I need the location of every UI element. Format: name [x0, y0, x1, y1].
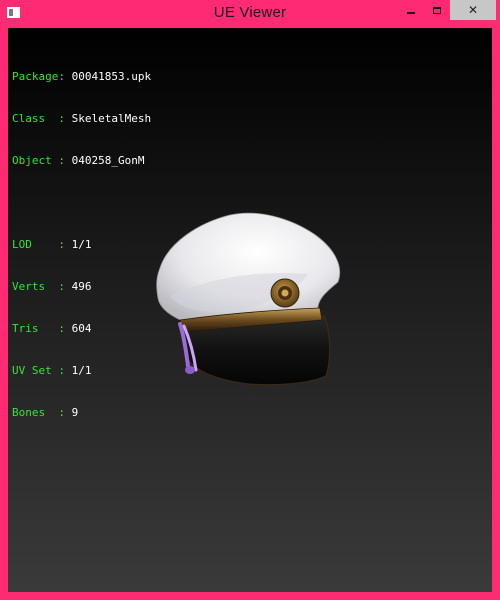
info-value-verts: 496 — [71, 280, 92, 293]
minimize-button[interactable] — [398, 0, 424, 20]
info-label-uvset: UV Set : — [12, 364, 65, 377]
info-label-object: Object : — [12, 154, 65, 167]
info-value-package: 00041853.upk — [71, 70, 152, 83]
info-label-tris: Tris : — [12, 322, 65, 335]
info-row-verts: Verts : 496 — [12, 280, 151, 294]
minimize-icon — [407, 12, 415, 14]
close-icon: ✕ — [467, 3, 479, 17]
cap-badge-icon — [270, 278, 300, 308]
info-label-verts: Verts : — [12, 280, 65, 293]
app-window: UE Viewer ✕ Package: 00041853.upk Class … — [0, 0, 500, 600]
info-label-class: Class : — [12, 112, 65, 125]
info-label-bones: Bones : — [12, 406, 65, 419]
info-value-class: SkeletalMesh — [71, 112, 152, 125]
close-button[interactable]: ✕ — [450, 0, 496, 20]
info-value-bones: 9 — [71, 406, 79, 419]
info-row-tris: Tris : 604 — [12, 322, 151, 336]
info-value-object: 040258_GonM — [71, 154, 145, 167]
mesh-info-panel: Package: 00041853.upk Class : SkeletalMe… — [12, 42, 151, 448]
info-value-uvset: 1/1 — [71, 364, 92, 377]
info-label-lod: LOD : — [12, 238, 65, 251]
info-row-class: Class : SkeletalMesh — [12, 112, 151, 126]
3d-viewport[interactable]: Package: 00041853.upk Class : SkeletalMe… — [8, 28, 492, 592]
info-value-tris: 604 — [71, 322, 92, 335]
info-row-uvset: UV Set : 1/1 — [12, 364, 151, 378]
info-label-package: Package: — [12, 70, 65, 83]
maximize-button[interactable] — [424, 0, 450, 20]
title-bar[interactable]: UE Viewer ✕ — [0, 0, 500, 28]
maximize-icon — [433, 6, 441, 14]
info-row-object: Object : 040258_GonM — [12, 154, 151, 168]
info-row-bones: Bones : 9 — [12, 406, 151, 420]
info-row-package: Package: 00041853.upk — [12, 70, 151, 84]
info-value-lod: 1/1 — [71, 238, 92, 251]
info-row-lod: LOD : 1/1 — [12, 238, 151, 252]
